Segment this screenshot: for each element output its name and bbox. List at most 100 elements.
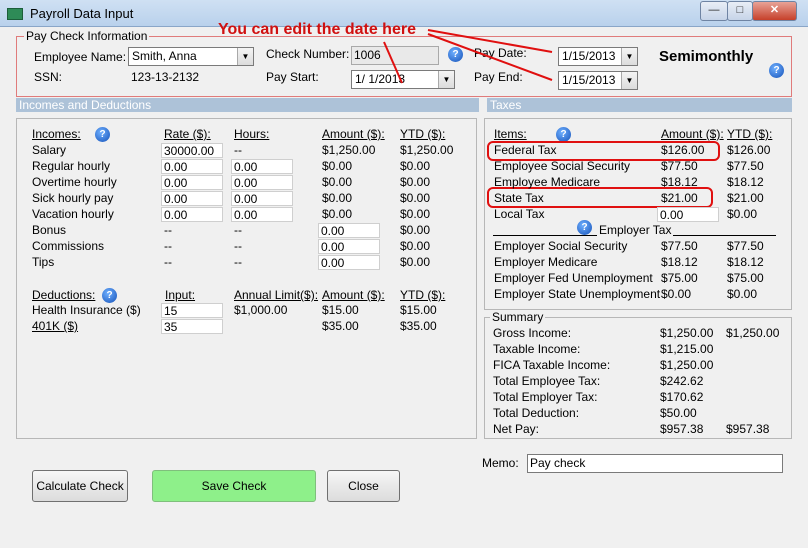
amount-value: $1,250.00 [322, 143, 376, 157]
summary-amount: $1,250.00 [660, 326, 714, 340]
tax-column-header: Items: [494, 127, 527, 141]
summary-label: Total Deduction: [493, 406, 580, 420]
memo-label: Memo: [482, 456, 519, 470]
annual-limit-value: $1,000.00 [234, 303, 288, 317]
tax-item-label: Employee Social Security [494, 159, 631, 173]
rate-placeholder: -- [164, 223, 172, 237]
save-check-button[interactable]: Save Check [152, 470, 316, 502]
summary-label: Total Employer Tax: [493, 390, 598, 404]
rate-placeholder: -- [164, 239, 172, 253]
employer-tax-amount: $77.50 [661, 239, 698, 253]
amount-value: $0.00 [322, 175, 353, 189]
ytd-value: $0.00 [400, 207, 431, 221]
summary-legend: Summary [490, 310, 546, 324]
summary-amount: $242.62 [660, 374, 704, 388]
hours-input[interactable]: 0.00 [231, 159, 293, 174]
employer-tax-ytd: $75.00 [727, 271, 764, 285]
deduction-row-label: Health Insurance ($) [32, 303, 141, 317]
tax-item-label: Federal Tax [494, 143, 557, 157]
taxes-help-icon[interactable]: ? [556, 127, 571, 142]
employer-tax-label: Employer Tax [597, 223, 674, 237]
tax-column-header: Amount ($): [661, 127, 724, 141]
income-row-label: Tips [32, 255, 55, 269]
rate-input[interactable]: 0.00 [161, 175, 223, 190]
tax-item-label: Employee Medicare [494, 175, 601, 189]
hours-placeholder: -- [234, 239, 242, 253]
rate-input[interactable]: 0.00 [161, 207, 223, 222]
amount-value: $0.00 [322, 191, 353, 205]
deduction-column-header: Annual Limit($): [234, 288, 319, 302]
deduction-column-header: Deductions: [32, 288, 96, 302]
summary-label: FICA Taxable Income: [493, 358, 611, 372]
deductions-help-icon[interactable]: ? [102, 288, 117, 303]
summary-label: Taxable Income: [493, 342, 581, 356]
income-column-header: YTD ($): [400, 127, 446, 141]
employer-tax-amount: $18.12 [661, 255, 698, 269]
hours-input[interactable]: 0.00 [231, 175, 293, 190]
income-column-header: Hours: [234, 127, 270, 141]
employer-tax-amount: $75.00 [661, 271, 698, 285]
income-column-header: Rate ($): [164, 127, 211, 141]
summary-amount: $50.00 [660, 406, 697, 420]
local-tax-input[interactable]: 0.00 [657, 207, 719, 222]
amount-input[interactable]: 0.00 [318, 255, 380, 270]
close-button[interactable]: Close [327, 470, 400, 502]
tax-amount-value: $21.00 [661, 191, 698, 205]
rate-placeholder: -- [164, 255, 172, 269]
amount-input[interactable]: 0.00 [318, 223, 380, 238]
calculate-check-button[interactable]: Calculate Check [32, 470, 128, 502]
rate-input[interactable]: 30000.00 [161, 143, 223, 158]
ytd-value: $0.00 [400, 239, 431, 253]
ytd-value: $0.00 [400, 255, 431, 269]
ytd-value: $0.00 [400, 191, 431, 205]
deduction-row-label[interactable]: 401K ($) [32, 319, 78, 333]
employer-tax-ytd: $18.12 [727, 255, 764, 269]
income-row-label: Salary [32, 143, 67, 157]
tax-amount-value: $77.50 [661, 159, 698, 173]
rate-input[interactable]: 0.00 [161, 159, 223, 174]
deduction-input[interactable]: 15 [161, 303, 223, 318]
tax-ytd-value: $126.00 [727, 143, 771, 157]
tax-item-label: State Tax [494, 191, 544, 205]
employer-tax-ytd: $77.50 [727, 239, 764, 253]
tax-ytd-value: $0.00 [727, 207, 758, 221]
income-row-label: Overtime hourly [32, 175, 117, 189]
employer-tax-ytd: $0.00 [727, 287, 758, 301]
deduction-amount-value: $35.00 [322, 319, 359, 333]
amount-value: $0.00 [322, 159, 353, 173]
amount-value: $0.00 [322, 207, 353, 221]
memo-input[interactable]: Pay check [527, 454, 783, 473]
income-column-header: Amount ($): [322, 127, 385, 141]
deduction-ytd-value: $35.00 [400, 319, 437, 333]
amount-input[interactable]: 0.00 [318, 239, 380, 254]
deduction-amount-value: $15.00 [322, 303, 359, 317]
summary-ytd: $957.38 [726, 422, 770, 436]
hours-input[interactable]: 0.00 [231, 191, 293, 206]
annotation-arrow-pay-start [383, 41, 403, 84]
employer-tax-help-icon[interactable]: ? [577, 220, 592, 235]
hours-placeholder: -- [234, 143, 242, 157]
rate-input[interactable]: 0.00 [161, 191, 223, 206]
taxes-section-bar: Taxes [487, 98, 792, 112]
income-column-header: Incomes: [32, 127, 81, 141]
deduction-input[interactable]: 35 [161, 319, 223, 334]
employer-tax-label: Employer State Unemployment [494, 287, 661, 301]
hours-placeholder: -- [234, 223, 242, 237]
deduction-column-header: YTD ($): [400, 288, 446, 302]
tax-amount-value: $18.12 [661, 175, 698, 189]
ytd-value: $0.00 [400, 223, 431, 237]
employer-tax-amount: $0.00 [661, 287, 692, 301]
deduction-ytd-value: $15.00 [400, 303, 437, 317]
summary-amount: $957.38 [660, 422, 704, 436]
incomes-help-icon[interactable]: ? [95, 127, 110, 142]
tax-ytd-value: $21.00 [727, 191, 764, 205]
incomes-section-bar: Incomes and Deductions [16, 98, 479, 112]
employer-tax-label: Employer Medicare [494, 255, 598, 269]
income-row-label: Sick hourly pay [32, 191, 114, 205]
tax-item-label: Local Tax [494, 207, 545, 221]
hours-input[interactable]: 0.00 [231, 207, 293, 222]
employer-tax-label: Employer Fed Unemployment [494, 271, 653, 285]
tax-ytd-value: $77.50 [727, 159, 764, 173]
income-row-label: Vacation hourly [32, 207, 114, 221]
summary-amount: $1,215.00 [660, 342, 714, 356]
